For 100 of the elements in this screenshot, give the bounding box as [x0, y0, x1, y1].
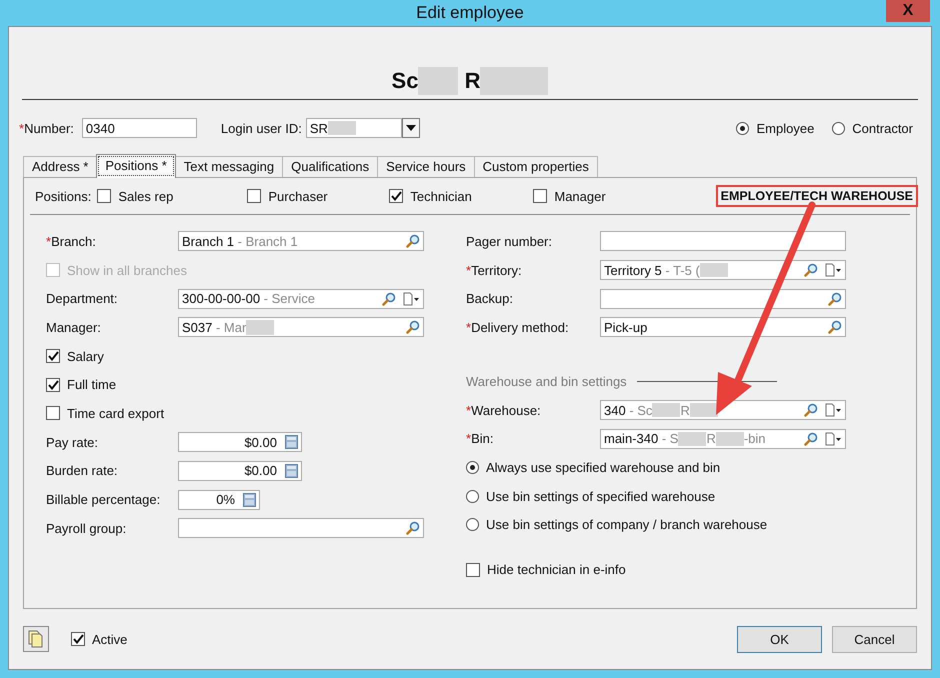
- number-field[interactable]: $0.00: [178, 432, 302, 452]
- redaction-block: [418, 67, 458, 95]
- annotation-label: EMPLOYEE/TECH WAREHOUSE: [716, 185, 918, 207]
- field-label: *Delivery method:: [466, 320, 570, 335]
- document-dropdown-icon[interactable]: [824, 432, 842, 446]
- lookup-field[interactable]: [600, 288, 846, 309]
- calculator-icon[interactable]: [285, 464, 298, 478]
- checkbox[interactable]: [533, 189, 548, 203]
- field-label: *Number:: [19, 120, 74, 136]
- field-label: *Territory:: [466, 262, 523, 278]
- checkbox[interactable]: [97, 189, 112, 203]
- number-field[interactable]: 0340: [82, 118, 197, 138]
- radio-label: Contractor: [852, 120, 913, 136]
- search-icon[interactable]: [382, 292, 396, 306]
- field-label: Department:: [46, 291, 119, 306]
- field-label: Backup:: [466, 291, 514, 306]
- tab[interactable]: Address *: [23, 156, 98, 177]
- radio-label: Always use specified warehouse and bin: [486, 460, 720, 475]
- field-label: Burden rate:: [46, 463, 119, 478]
- dialog-button[interactable]: OK: [737, 626, 822, 652]
- radio-button[interactable]: [832, 122, 846, 134]
- field-label: Billable percentage:: [46, 492, 162, 508]
- login-field[interactable]: SR: [306, 118, 402, 138]
- dropdown-button[interactable]: [402, 118, 420, 138]
- checkbox-label: Salary: [67, 348, 104, 364]
- checkbox[interactable]: [46, 406, 60, 420]
- search-icon[interactable]: [406, 234, 420, 248]
- lookup-field[interactable]: Territory 5 - T-5 (: [600, 260, 846, 280]
- checkbox[interactable]: [466, 562, 480, 577]
- field-label: *Warehouse:: [466, 402, 542, 418]
- checkbox-label: Hide technician in e-info: [487, 562, 626, 578]
- search-icon[interactable]: [406, 521, 420, 536]
- checkbox-label: Purchaser: [268, 188, 328, 204]
- caret-icon: [406, 125, 416, 131]
- calculator-icon[interactable]: [243, 492, 256, 507]
- radio-button[interactable]: [466, 518, 479, 532]
- close-button[interactable]: X: [886, 0, 930, 22]
- search-icon[interactable]: [804, 432, 818, 446]
- redaction-block: [716, 432, 744, 446]
- lookup-field[interactable]: 340 - Sc R: [600, 400, 846, 420]
- checkbox-label: Sales rep: [118, 188, 174, 204]
- checkbox-label: Active: [92, 632, 128, 646]
- dialog-button[interactable]: Cancel: [832, 626, 917, 652]
- lookup-field[interactable]: [178, 518, 424, 538]
- field-label: Manager:: [46, 320, 102, 335]
- number-field[interactable]: $0.00: [178, 460, 302, 481]
- documents-icon: [28, 630, 44, 648]
- redaction-block: [700, 262, 728, 278]
- redaction-block: [246, 320, 274, 335]
- checkbox[interactable]: [247, 189, 262, 203]
- radio-label: Use bin settings of company / branch warehouse: [486, 517, 768, 532]
- document-dropdown-icon[interactable]: [824, 263, 842, 278]
- employee-name: Sc R: [392, 67, 548, 95]
- search-icon[interactable]: [804, 403, 818, 418]
- checkbox-label: Time card export: [67, 406, 164, 421]
- documents-button[interactable]: [23, 626, 49, 652]
- lookup-field[interactable]: Pick-up: [600, 317, 846, 338]
- search-icon[interactable]: [804, 263, 818, 278]
- checkbox[interactable]: [71, 632, 85, 646]
- document-dropdown-icon[interactable]: [824, 403, 842, 418]
- document-dropdown-icon[interactable]: [402, 292, 420, 306]
- tab[interactable]: Positions *: [96, 154, 176, 178]
- checkbox[interactable]: [46, 349, 60, 364]
- lookup-field[interactable]: Branch 1 - Branch 1: [178, 231, 424, 252]
- tab[interactable]: Text messaging: [174, 156, 284, 177]
- positions-label: Positions:: [35, 188, 92, 204]
- radio-label: Use bin settings of specified warehouse: [486, 488, 716, 504]
- checkbox-label: Technician: [410, 188, 472, 204]
- field-label: *Branch:: [46, 234, 97, 249]
- lookup-field[interactable]: S037 - Mar: [178, 317, 424, 338]
- checkbox-label: Manager: [554, 188, 606, 204]
- checkbox-label: Full time: [67, 377, 116, 392]
- search-icon[interactable]: [828, 320, 842, 334]
- window-title: Edit employee: [416, 3, 524, 23]
- field-label: Login user ID:: [220, 120, 302, 136]
- redaction-block: [678, 432, 706, 446]
- radio-label: Employee: [756, 120, 814, 136]
- search-icon[interactable]: [828, 292, 842, 306]
- field-label: *Bin:: [466, 431, 494, 446]
- field-label: Pager number:: [466, 234, 553, 249]
- field-label: Pay rate:: [46, 434, 100, 450]
- redaction-block: [480, 67, 548, 95]
- radio-button[interactable]: [736, 122, 750, 134]
- checkbox[interactable]: [389, 189, 404, 203]
- checkbox[interactable]: [46, 378, 60, 392]
- tab[interactable]: Custom properties: [474, 156, 598, 177]
- radio-button[interactable]: [466, 490, 479, 503]
- search-icon[interactable]: [406, 320, 420, 334]
- lookup-field[interactable]: main-340 - S R -bin: [600, 428, 846, 449]
- redaction-block: [690, 402, 718, 418]
- number-field[interactable]: 0%: [178, 490, 260, 510]
- radio-button[interactable]: [466, 460, 479, 474]
- lookup-field[interactable]: [600, 231, 846, 252]
- redaction-block: [652, 402, 680, 418]
- lookup-field[interactable]: 300-00-00-00 - Service: [178, 288, 424, 309]
- section-heading: Warehouse and bin settings: [466, 374, 627, 390]
- redaction-block: [328, 120, 356, 136]
- calculator-icon[interactable]: [285, 435, 298, 450]
- field-label: Payroll group:: [46, 520, 128, 536]
- checkbox-label: Show in all branches: [67, 262, 187, 278]
